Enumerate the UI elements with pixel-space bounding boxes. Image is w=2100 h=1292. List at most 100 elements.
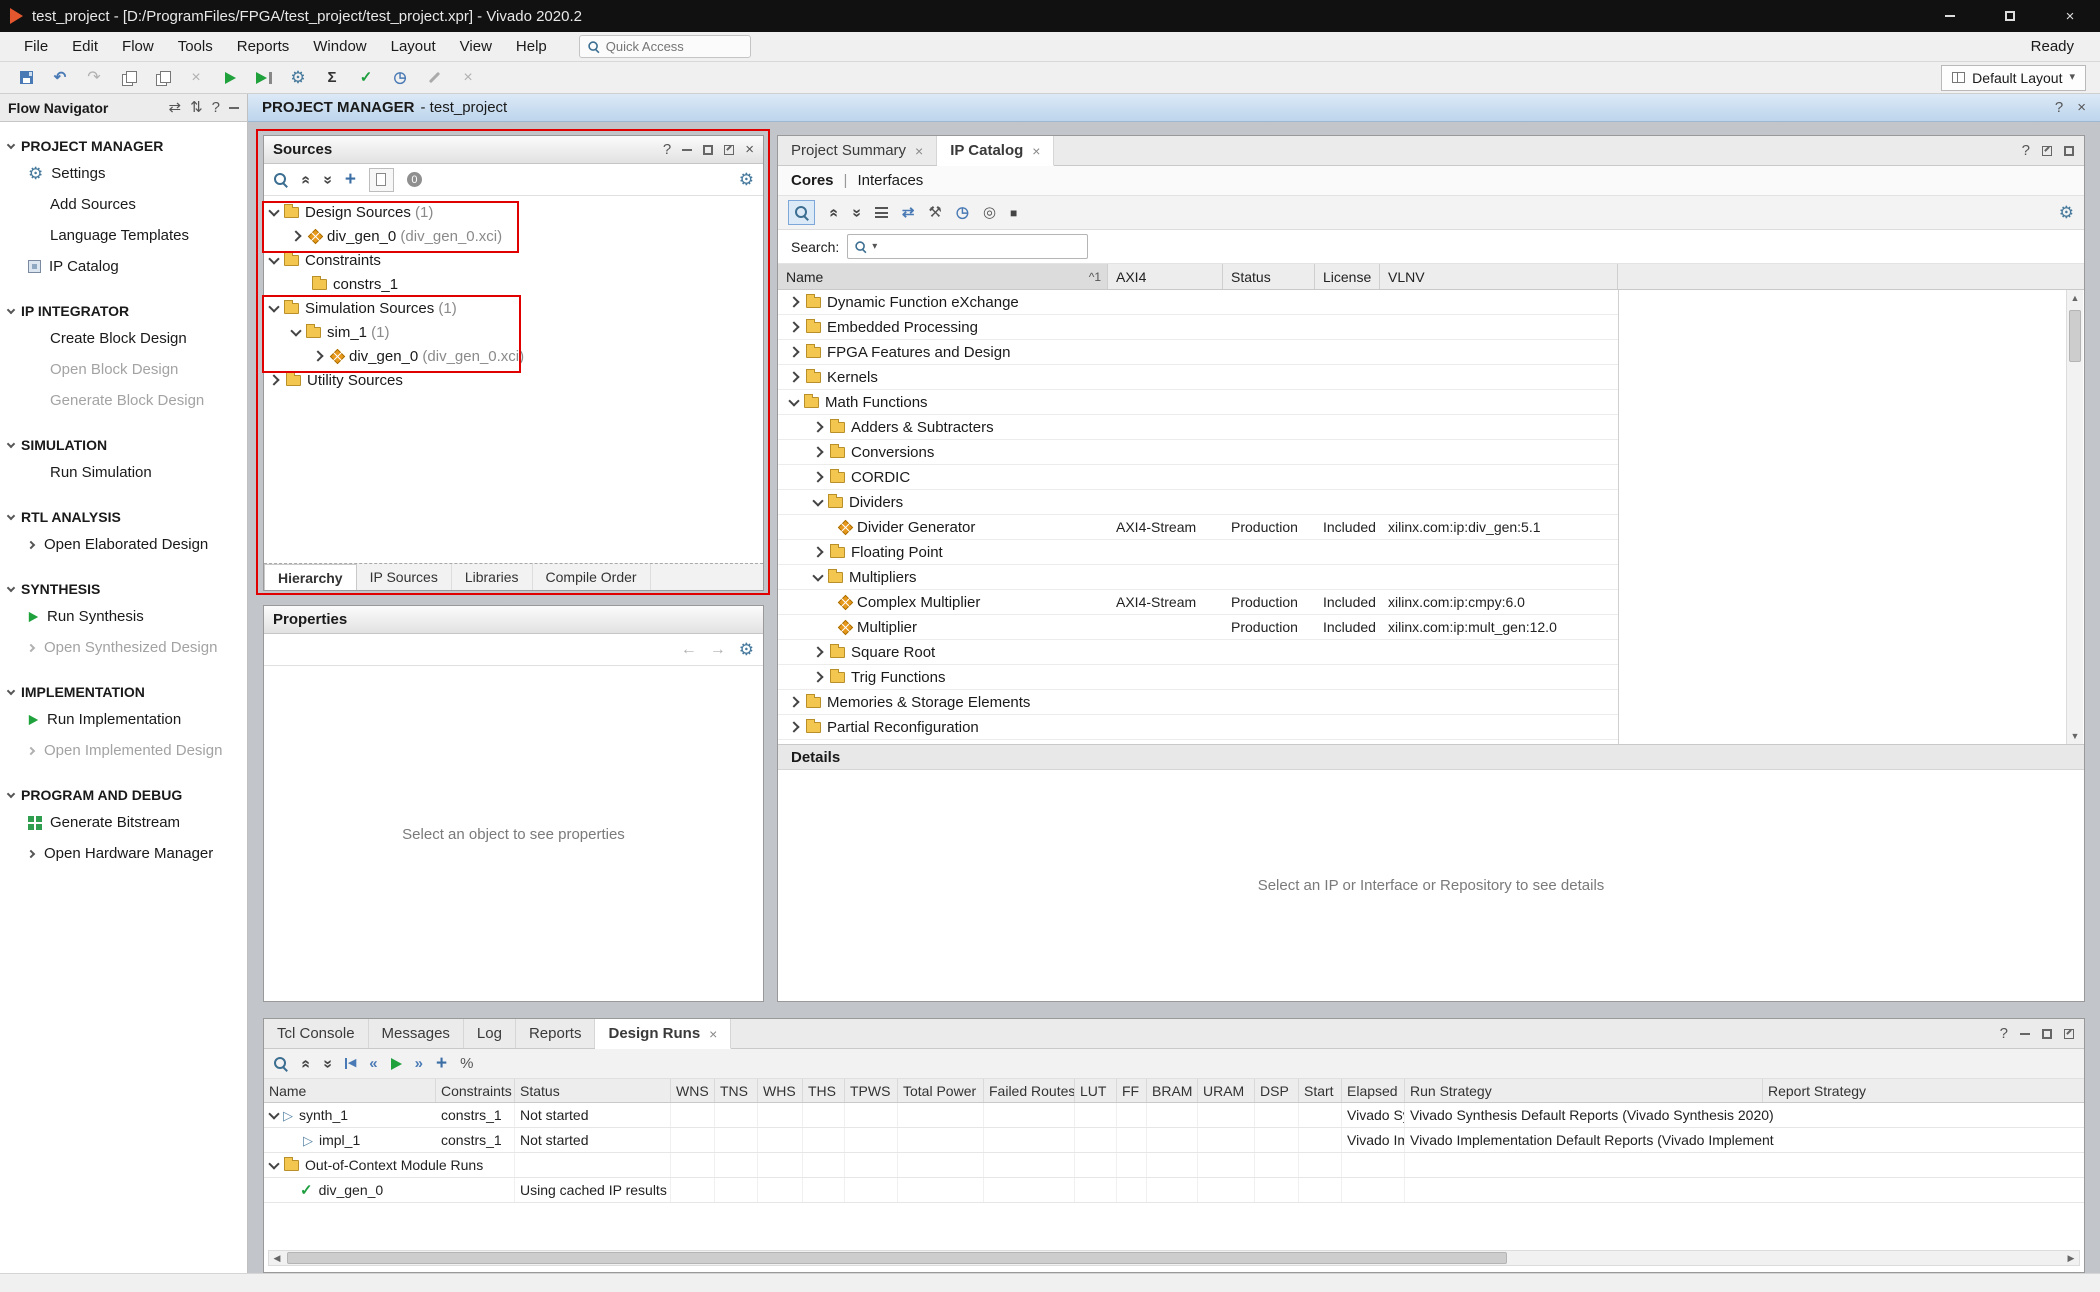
catalog-vertical-scrollbar[interactable]: ▲ ▼ <box>2066 290 2083 744</box>
chevron-down-icon[interactable] <box>7 511 15 519</box>
catalog-row-trig-functions[interactable]: Trig Functions <box>778 665 1618 690</box>
chevron-down-icon[interactable] <box>7 439 15 447</box>
chevron-down-icon[interactable] <box>7 140 15 148</box>
help-icon[interactable]: ? <box>663 142 671 157</box>
chevron-down-icon[interactable] <box>268 1158 279 1169</box>
skip-to-start-icon[interactable]: ◀ <box>345 1058 356 1069</box>
column-header-axi4[interactable]: AXI4 <box>1108 264 1223 289</box>
tree-item-sim-1[interactable]: sim_1 (1) <box>264 320 763 344</box>
scrollbar-thumb[interactable] <box>287 1252 1507 1264</box>
chevron-right-icon[interactable] <box>27 849 35 857</box>
runs-horizontal-scrollbar[interactable]: ◀ ▶ <box>268 1250 2080 1266</box>
flow-section-header-synthesis[interactable]: SYNTHESIS <box>0 577 247 601</box>
close-icon[interactable]: × <box>709 1026 717 1042</box>
float-icon[interactable] <box>2042 146 2052 156</box>
minimize-icon[interactable] <box>2020 1033 2030 1035</box>
add-icon[interactable]: + <box>436 1054 447 1073</box>
help-icon[interactable]: ? <box>2000 1026 2008 1041</box>
tab-design-runs[interactable]: Design Runs× <box>595 1019 731 1049</box>
tree-item-utility-sources[interactable]: Utility Sources <box>264 368 763 392</box>
chevron-right-icon[interactable] <box>788 296 799 307</box>
chevron-right-icon[interactable] <box>788 346 799 357</box>
chevron-down-icon[interactable] <box>7 789 15 797</box>
menu-view[interactable]: View <box>448 32 504 61</box>
run-icon[interactable] <box>391 1058 402 1070</box>
sources-tab-libraries[interactable]: Libraries <box>452 564 533 590</box>
menu-file[interactable]: File <box>12 32 60 61</box>
column-header-bram[interactable]: BRAM <box>1147 1079 1198 1102</box>
layout-selector[interactable]: Default Layout ▾ <box>1941 65 2086 91</box>
column-header-start[interactable]: Start <box>1299 1079 1342 1102</box>
tree-item-constraints[interactable]: Constraints <box>264 248 763 272</box>
close-icon[interactable]: × <box>1032 143 1040 159</box>
tree-item-design-sources[interactable]: Design Sources (1) <box>264 200 763 224</box>
chevron-down-icon[interactable] <box>788 395 799 406</box>
chevron-down-icon[interactable] <box>268 301 279 312</box>
catalog-row-multipliers[interactable]: Multipliers <box>778 565 1618 590</box>
tab-messages[interactable]: Messages <box>369 1019 464 1048</box>
flow-item-generate-block-design[interactable]: Generate Block Design <box>0 385 247 416</box>
chevron-down-icon[interactable] <box>7 305 15 313</box>
gear-icon[interactable]: ⚙ <box>739 171 754 188</box>
column-header-tpws[interactable]: TPWS <box>845 1079 898 1102</box>
tree-item-constrs-1[interactable]: constrs_1 <box>264 272 763 296</box>
flow-item-settings[interactable]: ⚙Settings <box>0 158 247 189</box>
close-icon[interactable]: × <box>745 142 754 157</box>
step-forward-icon[interactable]: » <box>415 1056 423 1071</box>
tree-item-div-gen-0[interactable]: div_gen_0 (div_gen_0.xci) <box>264 224 763 248</box>
sync-icon[interactable]: ⇄ <box>902 205 915 220</box>
menu-tools[interactable]: Tools <box>166 32 225 61</box>
window-maximize-button[interactable] <box>1980 0 2040 32</box>
column-header-run-strategy[interactable]: Run Strategy <box>1405 1079 1763 1102</box>
tab-ip-catalog[interactable]: IP Catalog× <box>937 136 1054 166</box>
catalog-row-partial-reconfiguration[interactable]: Partial Reconfiguration <box>778 715 1618 740</box>
window-minimize-button[interactable] <box>1920 0 1980 32</box>
chevron-right-icon[interactable] <box>290 230 301 241</box>
chevron-down-icon[interactable] <box>812 570 823 581</box>
chevron-down-icon[interactable] <box>812 495 823 506</box>
toolbar-run-all-button[interactable] <box>250 65 278 91</box>
chevron-right-icon[interactable] <box>812 671 823 682</box>
flow-item-open-elaborated-design[interactable]: Open Elaborated Design <box>0 529 247 560</box>
document-button[interactable] <box>369 168 394 192</box>
scroll-up-icon[interactable]: ▲ <box>2067 290 2083 306</box>
flow-item-language-templates[interactable]: Language Templates <box>0 220 247 251</box>
sources-tab-compile-order[interactable]: Compile Order <box>533 564 651 590</box>
search-icon[interactable] <box>273 172 288 187</box>
run-row-synth-1[interactable]: ▷synth_1constrs_1Not startedVivado Synth… <box>264 1103 2084 1128</box>
catalog-row-multiplier[interactable]: MultiplierProductionIncludedxilinx.com:i… <box>778 615 1618 640</box>
sources-tab-ip-sources[interactable]: IP Sources <box>357 564 452 590</box>
run-row-impl-1[interactable]: ▷impl_1constrs_1Not startedVivado Implem… <box>264 1128 2084 1153</box>
column-header-uram[interactable]: URAM <box>1198 1079 1255 1102</box>
chevron-right-icon[interactable] <box>27 746 35 754</box>
ip-search-box[interactable]: ▾ <box>847 234 1088 259</box>
menu-reports[interactable]: Reports <box>225 32 302 61</box>
catalog-row-kernels[interactable]: Kernels <box>778 365 1618 390</box>
chevron-right-icon[interactable] <box>27 540 35 548</box>
tab-reports[interactable]: Reports <box>516 1019 596 1048</box>
catalog-row-conversions[interactable]: Conversions <box>778 440 1618 465</box>
flow-item-ip-catalog[interactable]: IP Catalog <box>0 251 247 282</box>
gear-icon[interactable]: ⚙ <box>2059 204 2074 221</box>
flow-section-header-program-and-debug[interactable]: PROGRAM AND DEBUG <box>0 783 247 807</box>
column-header-ff[interactable]: FF <box>1117 1079 1147 1102</box>
stop-square-icon[interactable]: ■ <box>1010 206 1017 220</box>
catalog-row-adders-subtracters[interactable]: Adders & Subtracters <box>778 415 1618 440</box>
maximize-icon[interactable] <box>2064 146 2074 156</box>
message-count-badge[interactable]: 0 <box>407 172 422 187</box>
column-header-status[interactable]: Status <box>1223 264 1315 289</box>
toolbar-cancel-button[interactable]: × <box>454 65 482 91</box>
catalog-row-cordic[interactable]: CORDIC <box>778 465 1618 490</box>
search-icon[interactable] <box>273 1056 288 1071</box>
column-header-constraints[interactable]: Constraints <box>436 1079 515 1102</box>
flow-section-header-ip-integrator[interactable]: IP INTEGRATOR <box>0 299 247 323</box>
menu-flow[interactable]: Flow <box>110 32 166 61</box>
close-icon[interactable]: × <box>915 143 923 159</box>
menu-layout[interactable]: Layout <box>379 32 448 61</box>
column-header-name[interactable]: Name^1 <box>778 264 1108 289</box>
target-icon[interactable]: ◎ <box>983 205 996 220</box>
chevron-down-icon[interactable] <box>268 205 279 216</box>
scroll-down-icon[interactable]: ▼ <box>2067 728 2083 744</box>
help-icon[interactable]: ? <box>2055 100 2063 115</box>
chevron-right-icon[interactable] <box>788 721 799 732</box>
